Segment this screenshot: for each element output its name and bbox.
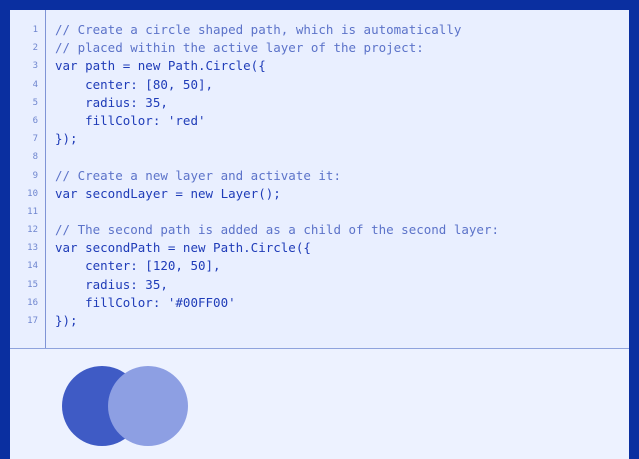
code-line: 13 var secondPath = new Path.Circle({	[10, 239, 629, 257]
line-number: 14	[27, 261, 38, 272]
line-number: 3	[32, 61, 38, 72]
code-line: 2 // placed within the active layer of th…	[10, 39, 629, 57]
line-number: 2	[32, 43, 38, 54]
line-number: 8	[32, 152, 38, 163]
canvas-output	[10, 349, 629, 459]
code-line: 10 var secondLayer = new Layer();	[10, 185, 629, 203]
line-number: 16	[27, 297, 38, 308]
line-number: 7	[32, 134, 38, 145]
line-number: 15	[27, 279, 38, 290]
line-number: 4	[32, 79, 38, 90]
code-line: 7});	[10, 130, 629, 148]
code-text: fillColor: 'red'	[55, 112, 206, 128]
code-line: 1 // Create a circle shaped path, which i…	[10, 21, 629, 39]
code-text: center: [80, 50],	[55, 76, 214, 92]
code-line: 14 center: [120, 50],	[10, 257, 629, 275]
line-number: 1	[32, 25, 38, 35]
code-line: 8	[10, 148, 629, 166]
code-line: 15 radius: 35,	[10, 276, 629, 294]
code-comment: // Create a circle shaped path, which is…	[55, 22, 462, 37]
code-line: 9 // Create a new layer and activate it:	[10, 167, 629, 185]
code-line: 16 fillColor: '#00FF00'	[10, 294, 629, 312]
canvas-svg	[62, 366, 188, 446]
code-text: });	[55, 313, 78, 328]
code-line: 11	[10, 203, 629, 221]
line-number: 17	[27, 316, 38, 326]
code-line: 6 fillColor: 'red'	[10, 112, 629, 130]
line-number: 10	[27, 188, 38, 199]
code-text: fillColor: '#00FF00'	[55, 294, 236, 310]
line-number: 5	[32, 97, 38, 108]
code-text: var path = new Path.Circle({	[55, 58, 266, 74]
code-line: 12 // The second path is added as a child…	[10, 221, 629, 239]
code-text: var secondPath = new Path.Circle({	[55, 240, 311, 256]
code-text: radius: 35,	[55, 276, 168, 292]
second-circle	[108, 366, 188, 446]
code-editor[interactable]: 1 // Create a circle shaped path, which i…	[10, 10, 629, 349]
code-comment: // placed within the active layer of the…	[55, 40, 424, 56]
code-line: 17});	[10, 312, 629, 330]
code-lines: 1 // Create a circle shaped path, which i…	[10, 21, 629, 330]
code-line: 5 radius: 35,	[10, 94, 629, 112]
code-line: 3 var path = new Path.Circle({	[10, 57, 629, 75]
code-text: });	[55, 131, 78, 147]
code-text: center: [120, 50],	[55, 258, 221, 274]
line-number: 9	[32, 170, 38, 181]
code-comment: // Create a new layer and activate it:	[55, 167, 341, 183]
line-number: 11	[27, 206, 38, 217]
code-line: 4 center: [80, 50],	[10, 76, 629, 94]
line-number: 12	[27, 225, 38, 236]
line-number: 6	[32, 115, 38, 126]
line-number: 13	[27, 243, 38, 254]
code-text: var secondLayer = new Layer();	[55, 185, 281, 201]
code-text: radius: 35,	[55, 94, 168, 110]
code-comment: // The second path is added as a child o…	[55, 222, 500, 238]
